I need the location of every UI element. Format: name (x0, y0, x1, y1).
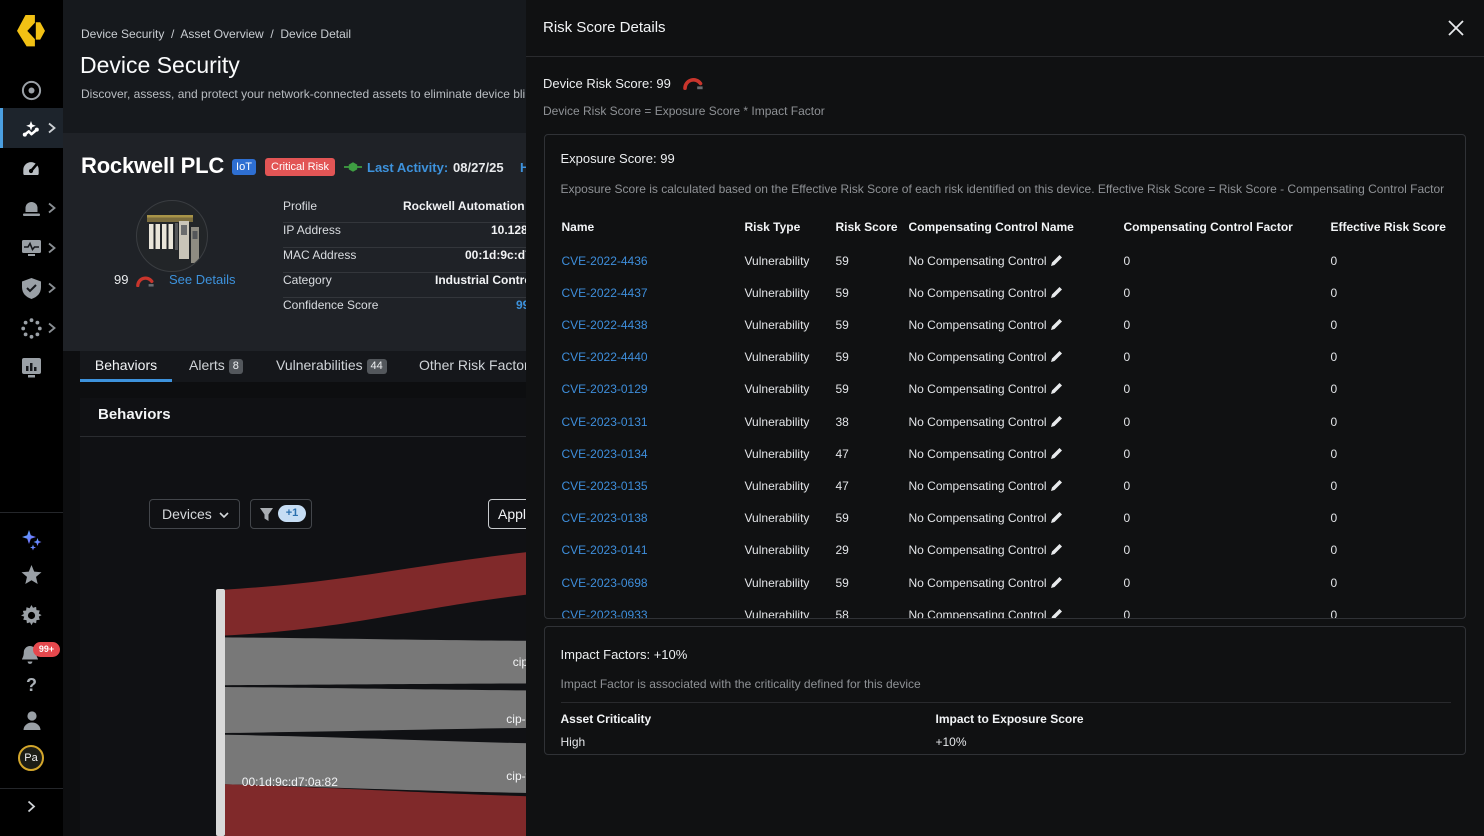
svg-text:00:1d:9c:d7:0a:82: 00:1d:9c:d7:0a:82 (242, 775, 338, 789)
